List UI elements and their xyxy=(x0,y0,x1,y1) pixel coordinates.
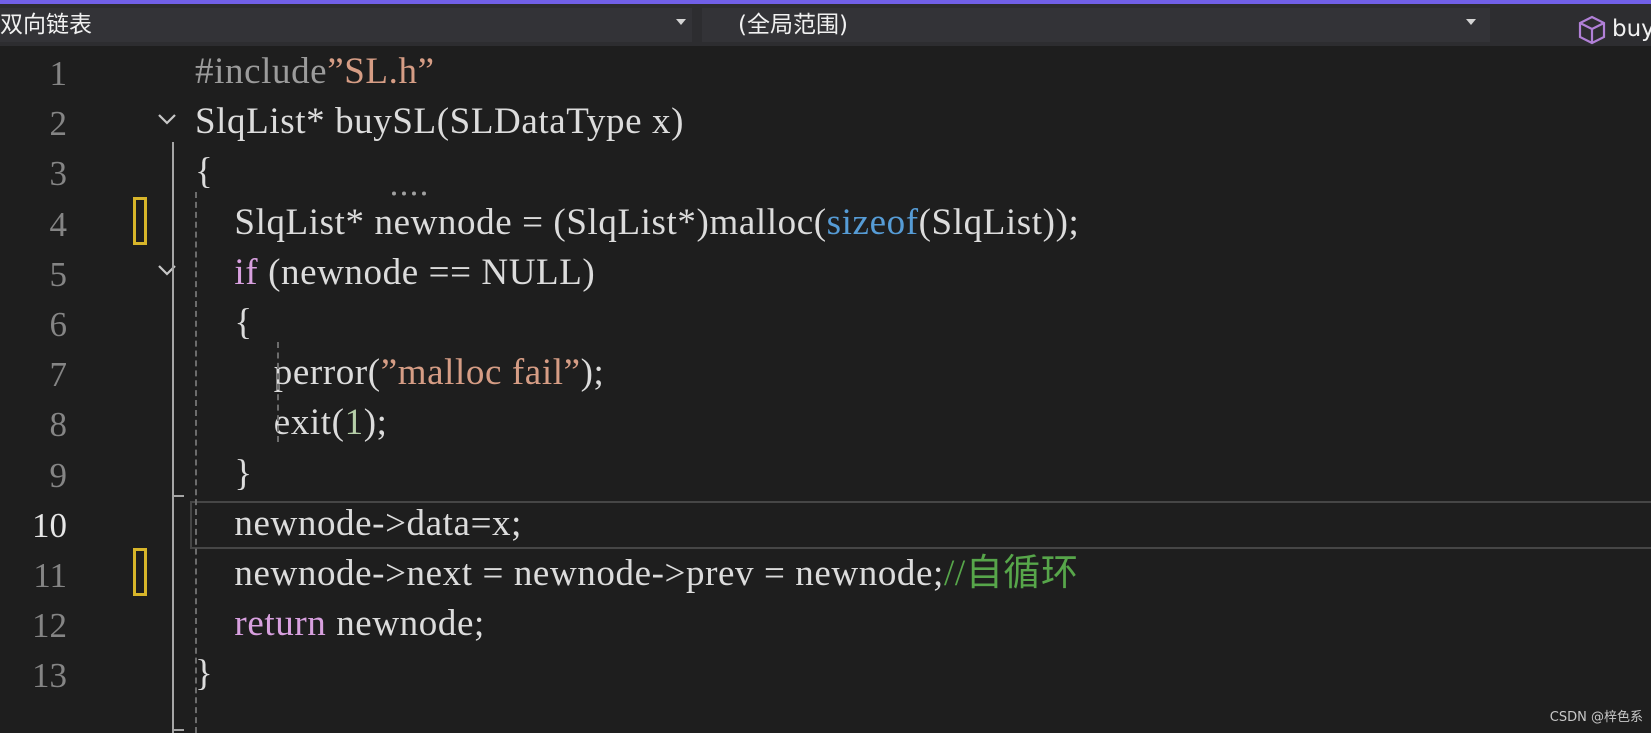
code-token: (newnode == NULL) xyxy=(258,251,596,293)
code-text[interactable]: { xyxy=(195,301,253,345)
code-token: SlqList* buySL(SLDataType x) xyxy=(195,101,685,143)
code-token: sizeof xyxy=(826,201,919,243)
code-token: newnode->data=x; xyxy=(195,502,523,544)
code-token: newnode; xyxy=(326,603,485,645)
member-dropdown-label: buySL xyxy=(1612,16,1651,42)
line-number[interactable]: 6 xyxy=(0,303,68,347)
code-line[interactable]: 12 return newnode; xyxy=(0,600,1651,652)
cube-icon xyxy=(1578,15,1606,45)
scope-dropdown-label: (全局范围) xyxy=(738,12,848,38)
code-text[interactable]: SlqList* buySL(SLDataType x) xyxy=(195,100,684,144)
code-text[interactable]: } xyxy=(195,452,253,496)
code-editor[interactable]: 1 #include”SL.h” 2 SlqList* buySL(SLDataTyp… xyxy=(0,46,1651,733)
project-dropdown-arrow-icon[interactable] xyxy=(676,19,686,25)
project-dropdown-label: 双向链表 xyxy=(0,12,92,38)
code-token: { xyxy=(195,151,214,193)
line-number[interactable]: 2 xyxy=(0,102,68,146)
code-line[interactable]: 4 SlqList* newnode = (SlqList*)malloc(si… xyxy=(0,199,1651,251)
code-line[interactable]: 5 if (newnode == NULL) xyxy=(0,249,1651,301)
code-text[interactable]: } xyxy=(195,652,213,696)
code-token: (SlqList)); xyxy=(918,201,1080,243)
suggestion-dots[interactable] xyxy=(390,191,426,196)
code-text[interactable]: newnode->next = newnode->prev = newnode;… xyxy=(195,552,1079,596)
code-line[interactable]: 10 newnode->data=x; xyxy=(0,500,1651,552)
chevron-down-icon[interactable] xyxy=(158,110,176,128)
line-number[interactable]: 10 xyxy=(0,504,67,548)
line-number[interactable]: 4 xyxy=(0,203,68,247)
code-token: perror( xyxy=(195,352,381,394)
code-token: exit( xyxy=(195,402,345,444)
code-token: ); xyxy=(580,352,605,394)
code-token: return xyxy=(234,603,327,645)
code-token: #include xyxy=(195,51,328,92)
code-token: 1 xyxy=(344,402,364,444)
code-line[interactable]: 8 exit(1); xyxy=(0,399,1651,451)
code-text[interactable]: #include”SL.h” xyxy=(195,50,435,94)
code-text[interactable]: perror(”malloc fail”); xyxy=(195,351,604,395)
line-number[interactable]: 13 xyxy=(0,654,67,698)
watermark: CSDN @梓色系 xyxy=(1549,710,1643,725)
code-line[interactable]: 9 } xyxy=(0,450,1651,502)
line-number[interactable]: 8 xyxy=(0,403,68,447)
code-token: } xyxy=(195,653,214,695)
code-line[interactable]: 3{ xyxy=(0,148,1651,200)
navigation-bar: 双向链表 (全局范围) buySL xyxy=(0,4,1651,46)
code-token: ); xyxy=(363,402,388,444)
code-text[interactable]: if (newnode == NULL) xyxy=(195,251,595,295)
code-text[interactable]: return newnode; xyxy=(195,602,485,646)
line-number[interactable]: 7 xyxy=(0,353,68,397)
code-text[interactable]: newnode->data=x; xyxy=(195,502,522,546)
code-token: SlqList* newnode = (SlqList*)malloc( xyxy=(195,201,827,243)
code-token: } xyxy=(195,452,253,494)
line-number[interactable]: 12 xyxy=(0,604,67,648)
code-line[interactable]: 1 #include”SL.h” xyxy=(0,48,1651,100)
indent-guide-inner xyxy=(277,342,279,442)
code-line[interactable]: 2 SlqList* buySL(SLDataType x) xyxy=(0,98,1651,150)
code-token: if xyxy=(234,251,259,293)
code-token: //自循环 xyxy=(943,553,1079,594)
scope-dropdown[interactable]: (全局范围) xyxy=(702,8,1490,42)
line-number[interactable]: 9 xyxy=(0,454,68,498)
code-token: ”SL.h” xyxy=(327,51,435,92)
code-line[interactable]: 7 perror(”malloc fail”); xyxy=(0,349,1651,401)
line-number[interactable]: 1 xyxy=(0,52,68,96)
line-number[interactable]: 5 xyxy=(0,253,68,297)
change-marker-line-11 xyxy=(133,548,147,596)
code-token: { xyxy=(195,302,253,343)
code-line[interactable]: 13} xyxy=(0,650,1651,702)
fold-end-marker-if xyxy=(172,495,184,497)
code-line[interactable]: 6 { xyxy=(0,299,1651,351)
code-line[interactable]: 11 newnode->next = newnode->prev = newno… xyxy=(0,550,1651,602)
line-number[interactable]: 3 xyxy=(0,152,68,196)
fold-region-function xyxy=(172,142,174,733)
code-token: ”malloc fail” xyxy=(380,352,581,394)
code-text[interactable]: SlqList* newnode = (SlqList*)malloc(size… xyxy=(195,201,1079,245)
indent-guide-outer xyxy=(195,192,197,733)
fold-end-marker-function xyxy=(172,729,184,731)
project-dropdown[interactable]: 双向链表 xyxy=(0,8,692,42)
line-number[interactable]: 11 xyxy=(0,554,67,598)
code-token: newnode->next = newnode->prev = newnode; xyxy=(195,553,944,594)
code-text[interactable]: { xyxy=(195,150,213,194)
scope-dropdown-arrow-icon[interactable] xyxy=(1466,19,1476,25)
change-marker-line-4 xyxy=(133,197,147,245)
code-text[interactable]: exit(1); xyxy=(195,401,388,445)
